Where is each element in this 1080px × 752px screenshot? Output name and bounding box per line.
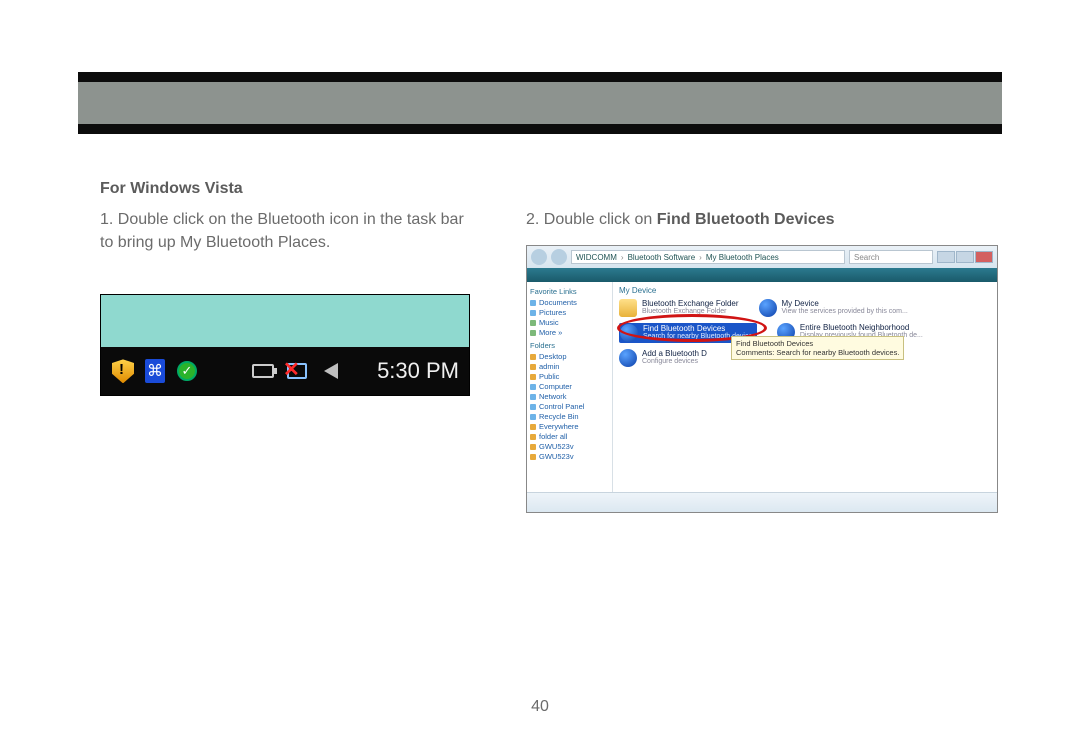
right-column: 2. Double click on Find Bluetooth Device… xyxy=(526,180,998,513)
status-ok-icon: ✓ xyxy=(175,359,199,383)
folder-icon xyxy=(530,320,536,326)
taskbar-clock: 5:30 PM xyxy=(377,358,459,384)
battery-icon xyxy=(251,359,275,383)
folder-icon xyxy=(530,300,536,306)
tooltip: Find Bluetooth Devices Comments: Search … xyxy=(731,336,904,360)
bluetooth-icon[interactable]: ⌘ xyxy=(145,359,165,383)
nav-folder-item[interactable]: admin xyxy=(530,362,609,371)
nav-folder-item[interactable]: Desktop xyxy=(530,352,609,361)
explorer-toolbar xyxy=(527,268,997,282)
folder-icon xyxy=(530,434,536,440)
bluetooth-icon xyxy=(759,299,777,317)
step-1: 1. Double click on the Bluetooth icon in… xyxy=(100,208,470,254)
folder-icon xyxy=(530,310,536,316)
nav-fav-header: Favorite Links xyxy=(530,287,609,296)
nav-fav-item[interactable]: More » xyxy=(530,328,609,337)
taskbar-screenshot: ⌘ ✓ ✕ 5:30 PM xyxy=(100,294,470,396)
folder-icon xyxy=(530,330,536,336)
item-my-device[interactable]: My DeviceView the services provided by t… xyxy=(759,299,908,317)
folder-icon xyxy=(530,354,536,360)
breadcrumb-seg[interactable]: WIDCOMM xyxy=(576,253,617,262)
nav-forward-button[interactable] xyxy=(551,249,567,265)
nav-folder-item[interactable]: GWU523v xyxy=(530,442,609,451)
nav-fav-item[interactable]: Pictures xyxy=(530,308,609,317)
breadcrumb-seg[interactable]: Bluetooth Software xyxy=(628,253,696,262)
step-2-prefix: Double click on xyxy=(544,211,657,228)
recycle-bin-icon xyxy=(530,414,536,420)
volume-icon xyxy=(319,359,343,383)
step-2: 2. Double click on Find Bluetooth Device… xyxy=(526,208,998,231)
folder-icon xyxy=(530,424,536,430)
group-header: My Device xyxy=(619,286,991,295)
window-controls xyxy=(937,251,993,263)
nav-folder-item[interactable]: folder all xyxy=(530,432,609,441)
shield-icon xyxy=(111,359,135,383)
item-add-bluetooth-device[interactable]: Add a Bluetooth DConfigure devices xyxy=(619,349,707,367)
nav-fav-item[interactable]: Documents xyxy=(530,298,609,307)
computer-icon xyxy=(530,384,536,390)
breadcrumb-seg[interactable]: My Bluetooth Places xyxy=(706,253,779,262)
search-input[interactable]: Search xyxy=(849,250,933,264)
network-icon xyxy=(530,394,536,400)
folder-icon xyxy=(530,374,536,380)
step-1-number: 1. xyxy=(100,211,113,228)
item-row: Bluetooth Exchange FolderBluetooth Excha… xyxy=(619,299,991,317)
folder-icon xyxy=(530,444,536,450)
search-placeholder: Search xyxy=(854,253,879,262)
bluetooth-icon xyxy=(619,349,637,367)
step-1-text: Double click on the Bluetooth icon in th… xyxy=(100,211,464,251)
nav-back-button[interactable] xyxy=(531,249,547,265)
explorer-titlebar: WIDCOMM› Bluetooth Software› My Bluetoot… xyxy=(527,246,997,268)
explorer-screenshot: WIDCOMM› Bluetooth Software› My Bluetoot… xyxy=(526,245,998,513)
taskbar-screenshot-bg xyxy=(101,295,469,347)
explorer-content-pane: My Device Bluetooth Exchange FolderBluet… xyxy=(613,282,997,492)
taskbar: ⌘ ✓ ✕ 5:30 PM xyxy=(101,347,469,395)
nav-folder-item[interactable]: Network xyxy=(530,392,609,401)
network-disconnected-icon: ✕ xyxy=(285,359,309,383)
page-number: 40 xyxy=(0,698,1080,716)
minimize-button[interactable] xyxy=(937,251,955,263)
tooltip-title: Find Bluetooth Devices xyxy=(736,339,899,348)
nav-fav-item[interactable]: Music xyxy=(530,318,609,327)
nav-folder-item[interactable]: Everywhere xyxy=(530,422,609,431)
content-columns: For Windows Vista 1. Double click on the… xyxy=(100,180,980,513)
folder-icon xyxy=(619,299,637,317)
nav-folder-item[interactable]: Recycle Bin xyxy=(530,412,609,421)
nav-folders-header: Folders xyxy=(530,341,609,350)
section-title: For Windows Vista xyxy=(100,180,470,198)
control-panel-icon xyxy=(530,404,536,410)
nav-folder-item[interactable]: GWU523v xyxy=(530,452,609,461)
header-bar-inner xyxy=(78,82,1002,124)
explorer-body: Favorite Links Documents Pictures Music … xyxy=(527,282,997,492)
explorer-statusbar xyxy=(527,492,997,512)
close-button[interactable] xyxy=(975,251,993,263)
folder-icon xyxy=(530,364,536,370)
step-2-bold: Find Bluetooth Devices xyxy=(657,211,835,228)
folder-icon xyxy=(530,454,536,460)
nav-folder-item[interactable]: Public xyxy=(530,372,609,381)
bluetooth-icon xyxy=(620,324,638,342)
nav-folder-item[interactable]: Control Panel xyxy=(530,402,609,411)
left-column: For Windows Vista 1. Double click on the… xyxy=(100,180,470,513)
nav-folder-item[interactable]: Computer xyxy=(530,382,609,391)
breadcrumb[interactable]: WIDCOMM› Bluetooth Software› My Bluetoot… xyxy=(571,250,845,264)
tooltip-sub: Comments: Search for nearby Bluetooth de… xyxy=(736,348,899,357)
maximize-button[interactable] xyxy=(956,251,974,263)
explorer-nav-pane: Favorite Links Documents Pictures Music … xyxy=(527,282,613,492)
item-exchange-folder[interactable]: Bluetooth Exchange FolderBluetooth Excha… xyxy=(619,299,739,317)
step-2-number: 2. xyxy=(526,211,539,228)
